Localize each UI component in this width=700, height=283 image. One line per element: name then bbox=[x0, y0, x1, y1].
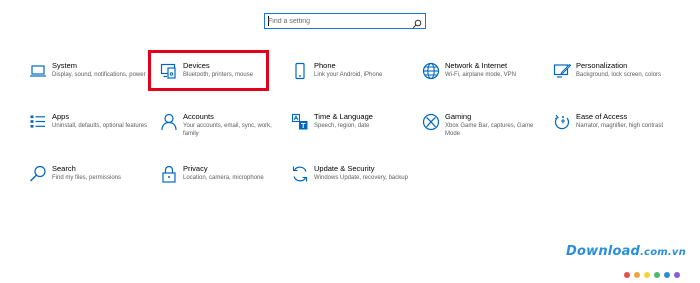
watermark-text: Download.com.vn bbox=[566, 244, 686, 259]
settings-tile-time-language[interactable]: Time & Language Speech, region, date bbox=[291, 112, 413, 149]
settings-tile-update-security[interactable]: Update & Security Windows Update, recove… bbox=[291, 164, 413, 201]
settings-tile-phone[interactable]: Phone Link your Android, iPhone bbox=[291, 61, 413, 98]
tile-title: System bbox=[52, 61, 78, 70]
settings-tile-search[interactable]: Search Find my files, permissions bbox=[29, 164, 151, 201]
tile-description: Location, camera, microphone bbox=[183, 175, 264, 181]
search-box[interactable] bbox=[264, 13, 426, 29]
xbox-icon bbox=[422, 113, 440, 131]
tile-description: Windows Update, recovery, backup bbox=[314, 175, 408, 181]
sync-icon bbox=[291, 165, 309, 183]
globe-icon bbox=[422, 62, 440, 80]
settings-tile-apps[interactable]: Apps Uninstall, defaults, optional featu… bbox=[29, 112, 151, 149]
tile-title: Personalization bbox=[576, 61, 628, 70]
laptop-icon bbox=[29, 62, 47, 80]
watermark-dot bbox=[664, 272, 670, 278]
tile-title: Update & Security bbox=[314, 164, 375, 173]
tile-title: Network & Internet bbox=[445, 61, 508, 70]
settings-tile-ease-of-access[interactable]: Ease of Access Narrator, magnifier, high… bbox=[553, 112, 675, 149]
tile-title: Privacy bbox=[183, 164, 208, 173]
person-icon bbox=[160, 113, 178, 131]
tile-title: Accounts bbox=[183, 112, 214, 121]
watermark-logo: Download.com.vn bbox=[566, 244, 694, 278]
settings-tile-network[interactable]: Network & Internet Wi-Fi, airplane mode,… bbox=[422, 61, 544, 98]
apps-icon bbox=[29, 113, 47, 131]
tile-description: Your accounts, email, sync, work, family bbox=[183, 123, 272, 137]
watermark-dot bbox=[634, 272, 640, 278]
tile-title: Phone bbox=[314, 61, 336, 70]
watermark-dot bbox=[674, 272, 680, 278]
tile-title: Apps bbox=[52, 112, 70, 121]
watermark-tld: .com.vn bbox=[640, 247, 686, 258]
lock-icon bbox=[160, 165, 178, 183]
tile-title: Gaming bbox=[445, 112, 472, 121]
search-input[interactable] bbox=[268, 15, 408, 27]
tile-description: Find my files, permissions bbox=[52, 175, 122, 181]
settings-tile-accounts[interactable]: Accounts Your accounts, email, sync, wor… bbox=[160, 112, 282, 149]
tile-description: Link your Android, iPhone bbox=[314, 72, 383, 78]
search-icon bbox=[29, 165, 47, 183]
tile-description: Uninstall, defaults, optional features bbox=[52, 123, 148, 129]
ease-of-access-icon bbox=[553, 113, 571, 131]
tile-description: Background, lock screen, colors bbox=[576, 72, 662, 78]
watermark-dot bbox=[654, 272, 660, 278]
devices-highlight-box bbox=[148, 50, 269, 91]
tile-title: Search bbox=[52, 164, 76, 173]
settings-tile-privacy[interactable]: Privacy Location, camera, microphone bbox=[160, 164, 282, 201]
tile-description: Xbox Game Bar, captures, Game Mode bbox=[445, 123, 534, 137]
tile-title: Ease of Access bbox=[576, 112, 628, 121]
settings-tile-personalization[interactable]: Personalization Background, lock screen,… bbox=[553, 61, 675, 98]
watermark-dots bbox=[624, 265, 684, 278]
search-icon[interactable] bbox=[412, 16, 422, 29]
phone-icon bbox=[291, 62, 309, 80]
personalization-icon bbox=[553, 62, 571, 80]
tile-description: Speech, region, date bbox=[314, 123, 370, 129]
time-language-icon bbox=[291, 113, 309, 131]
tile-description: Narrator, magnifier, high contrast bbox=[576, 123, 664, 129]
settings-tile-system[interactable]: System Display, sound, notifications, po… bbox=[29, 61, 151, 98]
watermark-dot bbox=[624, 272, 630, 278]
tile-description: Wi-Fi, airplane mode, VPN bbox=[445, 72, 517, 78]
tile-description: Display, sound, notifications, power bbox=[52, 72, 146, 78]
watermark-brand: Download bbox=[566, 244, 641, 259]
watermark-dot bbox=[644, 272, 650, 278]
settings-tile-gaming[interactable]: Gaming Xbox Game Bar, captures, Game Mod… bbox=[422, 112, 544, 149]
tile-title: Time & Language bbox=[314, 112, 373, 121]
